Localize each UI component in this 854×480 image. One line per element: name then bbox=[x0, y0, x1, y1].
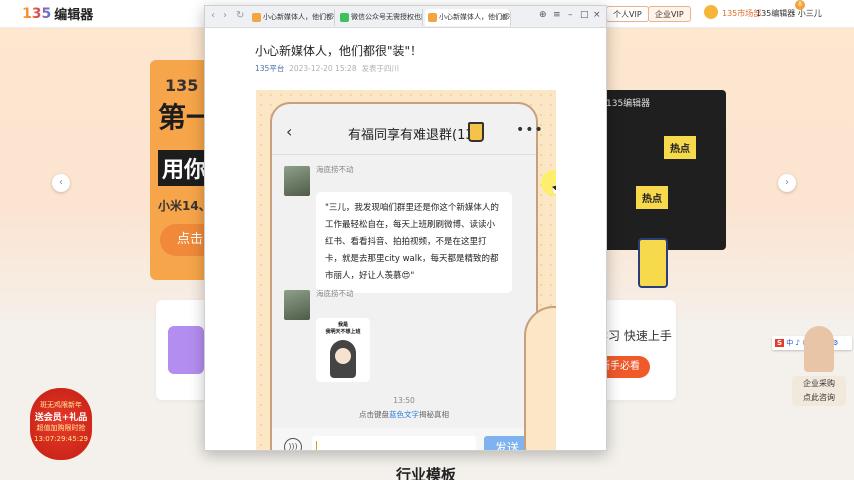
right-art-logo: 135编辑器 bbox=[606, 99, 651, 109]
chat-avatar bbox=[284, 166, 310, 196]
article-content: 小心新媒体人，他们都很"装"！ 135平台 2023-12-20 15:28 发… bbox=[205, 28, 606, 450]
tab-favicon bbox=[428, 13, 437, 22]
chat-input[interactable] bbox=[312, 436, 476, 450]
chat-nickname: 海底捞不动 bbox=[316, 289, 354, 298]
tab-title: 小心新媒体人，他们都很"装" bbox=[263, 13, 334, 21]
hot-tag-2: 热点 bbox=[636, 186, 668, 209]
coffee-cup-icon bbox=[638, 238, 668, 288]
phone-mockup: ‹ 有福同享有难退群(13) ••• 海底捞不动 "三儿，我发现咱们群里还是你这… bbox=[270, 102, 543, 450]
sticker-caption-line1: 我是 bbox=[337, 322, 348, 328]
sticker-caption: 我是 我明天不想上班 bbox=[316, 322, 370, 336]
chat-hint: 点击键盘蓝色文字揭秘真相 bbox=[272, 409, 536, 420]
browser-tab-2[interactable]: 微信公众号无需授权也能同步 bbox=[337, 9, 423, 26]
article-title: 小心新媒体人，他们都很"装"！ bbox=[255, 44, 423, 58]
tab-close-icon[interactable]: × bbox=[500, 9, 507, 26]
article-meta: 135平台 2023-12-20 15:28 发表于四川 bbox=[255, 63, 399, 74]
chat-timestamp: 13:50 bbox=[393, 396, 415, 405]
tab-favicon bbox=[340, 13, 349, 22]
service-avatar bbox=[804, 326, 834, 372]
more-icon[interactable]: ••• bbox=[516, 122, 544, 138]
beer-icon bbox=[468, 122, 484, 142]
divider bbox=[272, 154, 536, 155]
promo-line1: 斑无鸡限新年 bbox=[40, 401, 82, 409]
logo-text: 编辑器 bbox=[54, 8, 94, 23]
close-icon[interactable]: × bbox=[593, 10, 601, 20]
article-image: ‹ 有福同享有难退群(13) ••• 海底捞不动 "三儿，我发现咱们群里还是你这… bbox=[256, 90, 556, 450]
globe-icon[interactable]: ⊕ bbox=[539, 10, 547, 20]
chat-sticker: 我是 我明天不想上班 bbox=[316, 318, 370, 382]
maximize-icon[interactable]: □ bbox=[580, 10, 589, 20]
voice-icon[interactable]: ))) bbox=[284, 438, 302, 450]
article-popup-window: ‹ › ↻ 小心新媒体人，他们都很"装" 微信公众号无需授权也能同步 小心新媒体… bbox=[204, 5, 607, 451]
promo-badge[interactable]: 斑无鸡限新年 送会员+礼品 超值加购限时抢 13:07:29:45:29 bbox=[30, 388, 92, 460]
vip-avatar[interactable] bbox=[704, 5, 718, 19]
logo-mark: 135 bbox=[22, 5, 52, 22]
hot-tag: 热点 bbox=[664, 136, 696, 159]
personal-vip-button[interactable]: 个人VIP bbox=[606, 6, 649, 22]
service-label-line1: 企业采购 bbox=[803, 379, 835, 388]
sticker-face bbox=[335, 348, 351, 364]
article-source[interactable]: 135平台 bbox=[255, 64, 284, 73]
promo-countdown: 13:07:29:45:29 bbox=[34, 435, 88, 443]
notification-badge: 8 bbox=[795, 0, 805, 10]
feature-text: 学习 快速上手 bbox=[596, 329, 672, 343]
hint-suffix: 揭秘真相 bbox=[419, 410, 449, 419]
decorative-shape bbox=[524, 306, 556, 450]
tab-title: 微信公众号无需授权也能同步 bbox=[351, 13, 422, 21]
service-label-line2: 点此咨询 bbox=[803, 393, 835, 402]
user-name[interactable]: 135编辑器 小三儿 bbox=[756, 8, 822, 19]
group-name: 有福同享有难退群(13) bbox=[348, 128, 479, 143]
carousel-prev-button[interactable]: ‹ bbox=[52, 174, 70, 192]
browser-tab-1[interactable]: 小心新媒体人，他们都很"装" bbox=[249, 9, 335, 26]
browser-tab-3[interactable]: 小心新媒体人，他们都很"装" × bbox=[425, 9, 511, 26]
service-label[interactable]: 企业采购 点此咨询 bbox=[792, 376, 846, 406]
refresh-icon[interactable]: ↻ bbox=[236, 10, 244, 21]
hint-link[interactable]: 蓝色文字 bbox=[389, 410, 419, 419]
chat-message-text: "三儿，我发现咱们群里还是你这个新媒体人的工作最轻松自在，每天上班刷刷微博、读读… bbox=[325, 203, 499, 281]
sticker-caption-line2: 我明天不想上班 bbox=[325, 329, 361, 335]
hint-prefix: 点击键盘 bbox=[359, 410, 389, 419]
promo-line3: 超值加购限时抢 bbox=[36, 424, 86, 432]
chat-message-bubble: "三儿，我发现咱们群里还是你这个新媒体人的工作最轻松自在，每天上班刷刷微博、读读… bbox=[316, 192, 512, 293]
minimize-icon[interactable]: – bbox=[568, 10, 573, 20]
feature-icon bbox=[168, 326, 204, 374]
forward-icon[interactable]: › bbox=[223, 10, 227, 21]
chat-input-bar: ))) 发送 bbox=[272, 428, 536, 450]
article-date: 2023-12-20 15:28 bbox=[289, 64, 357, 73]
menu-icon[interactable]: ≡ bbox=[553, 10, 561, 20]
chat-nickname: 海底捞不动 bbox=[316, 165, 354, 174]
carousel-next-button[interactable]: › bbox=[778, 174, 796, 192]
industry-templates-title: 行业模板 bbox=[396, 466, 457, 480]
enterprise-vip-button[interactable]: 企业VIP bbox=[648, 6, 691, 22]
customer-service-widget[interactable]: 企业采购 点此咨询 bbox=[792, 326, 846, 406]
article-location: 发表于四川 bbox=[361, 64, 399, 73]
chat-back-icon[interactable]: ‹ bbox=[286, 122, 292, 141]
tab-favicon bbox=[252, 13, 261, 22]
promo-line2: 送会员+礼品 bbox=[34, 413, 88, 423]
browser-tab-bar: ‹ › ↻ 小心新媒体人，他们都很"装" 微信公众号无需授权也能同步 小心新媒体… bbox=[205, 6, 606, 28]
back-icon[interactable]: ‹ bbox=[211, 10, 215, 21]
hero-small-text: 小米14、 bbox=[158, 199, 211, 213]
hero-right-art: 135编辑器 bbox=[600, 90, 726, 250]
chat-header: ‹ 有福同享有难退群(13) ••• bbox=[272, 122, 543, 148]
site-logo[interactable]: 135 编辑器 bbox=[22, 4, 94, 24]
chat-avatar bbox=[284, 290, 310, 320]
